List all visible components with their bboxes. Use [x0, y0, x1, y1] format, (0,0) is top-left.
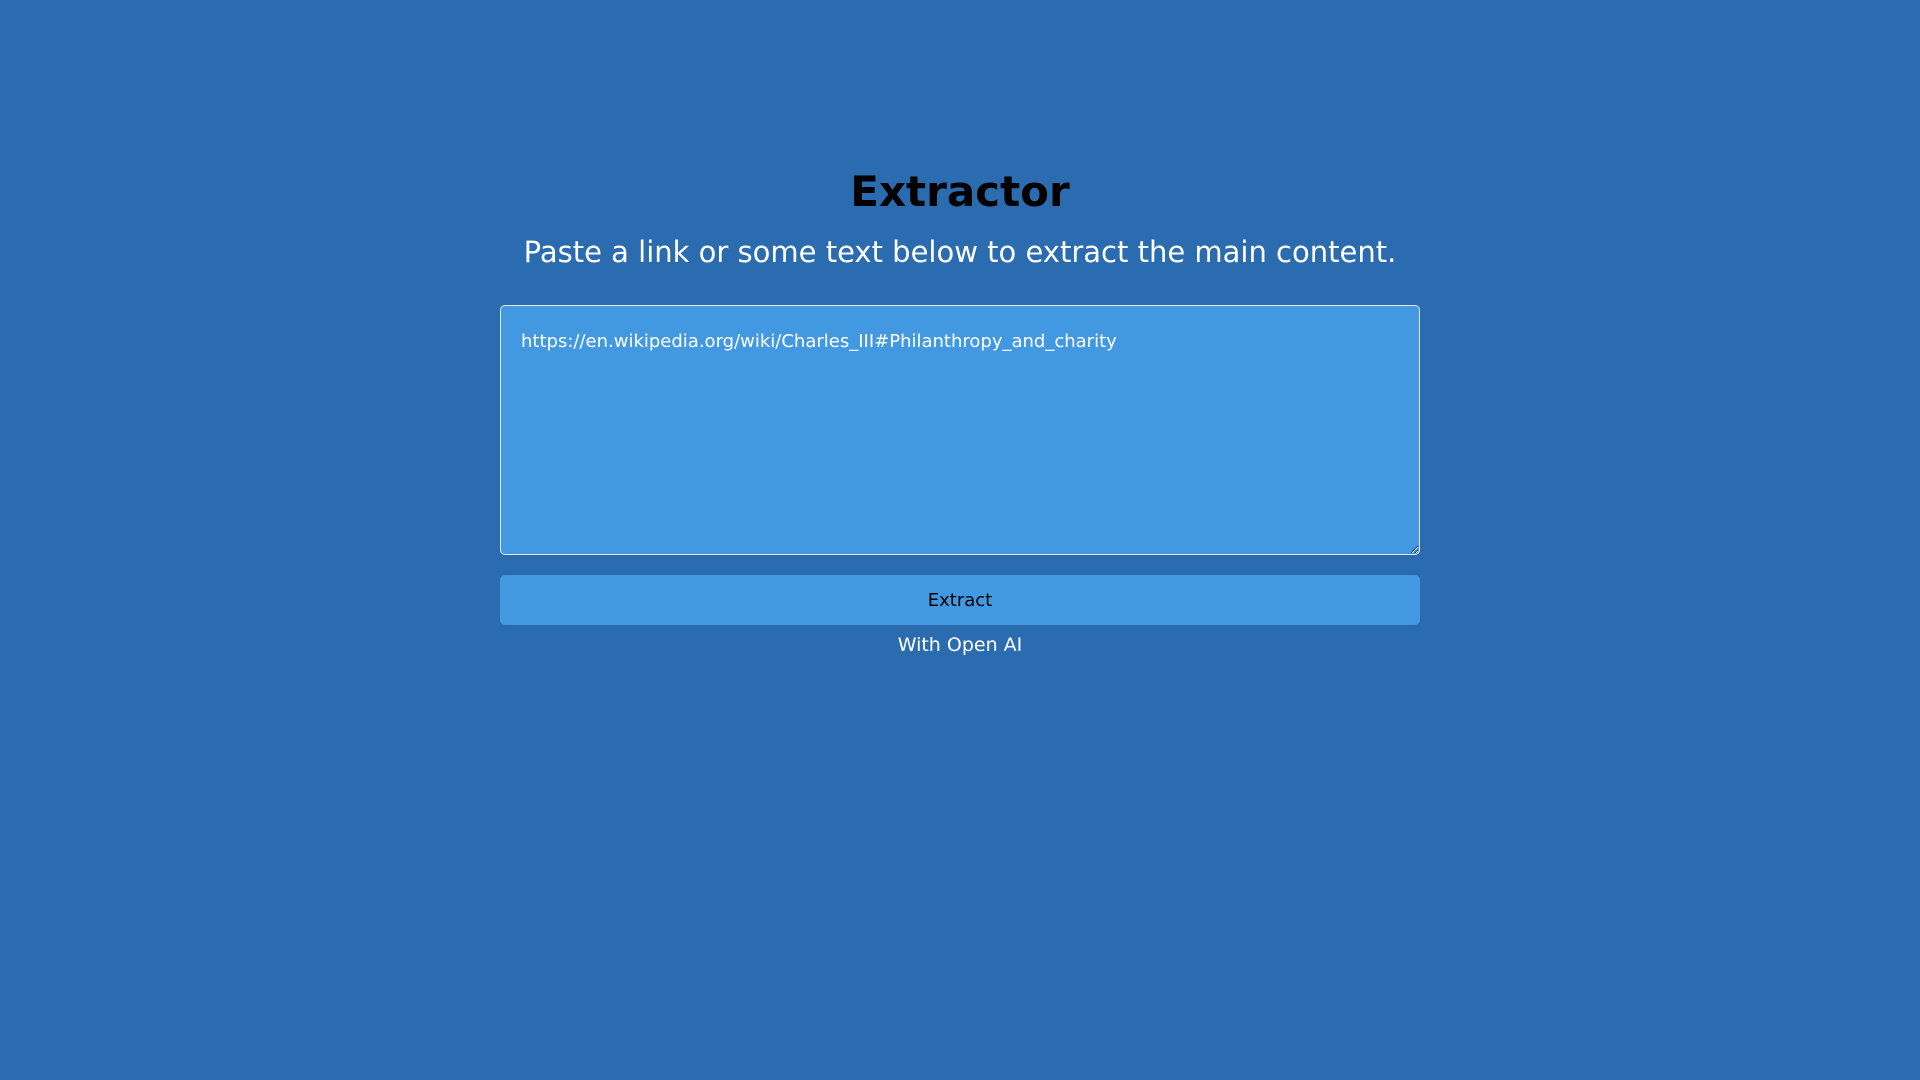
extract-button[interactable]: Extract	[500, 575, 1420, 625]
page-title: Extractor	[850, 167, 1070, 216]
powered-by-label: With Open AI	[897, 634, 1023, 656]
main-panel: Extractor Paste a link or some text belo…	[500, 160, 1420, 660]
extractor-app: Extractor Paste a link or some text belo…	[0, 0, 1920, 1080]
content-input[interactable]: https://en.wikipedia.org/wiki/Charles_II…	[500, 305, 1420, 555]
page-subtitle: Paste a link or some text below to extra…	[523, 235, 1397, 269]
